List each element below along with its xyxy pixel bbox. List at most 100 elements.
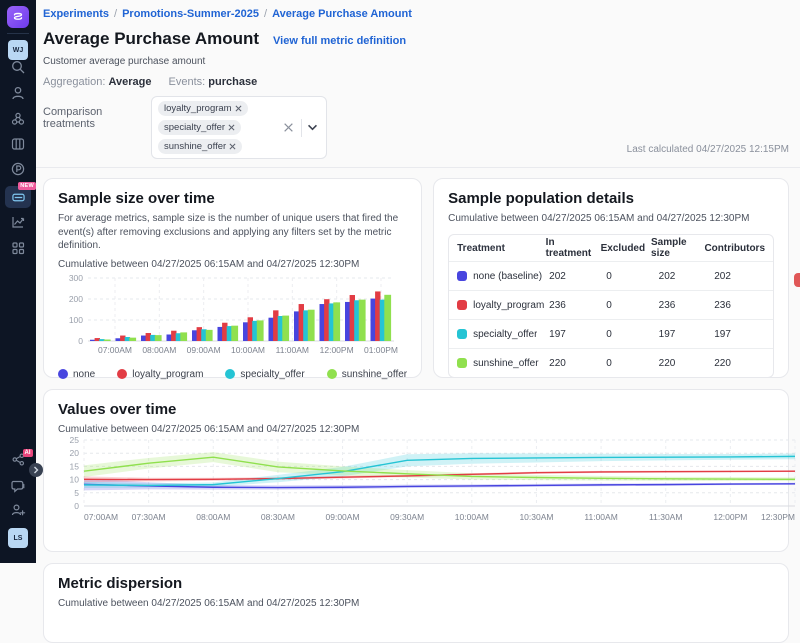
view-metric-definition-link[interactable]: View full metric definition — [273, 35, 406, 47]
chip-remove-icon[interactable] — [228, 124, 235, 131]
treatment-name: none (baseline) — [473, 271, 542, 282]
chip-label: sunshine_offer — [164, 141, 226, 152]
in_treatment-cell: 220 — [549, 358, 606, 369]
aggregation-label: Aggregation: — [43, 76, 105, 88]
sample_size-cell: 220 — [659, 358, 715, 369]
dispersion-title: Metric dispersion — [58, 575, 774, 592]
app-logo[interactable] — [7, 6, 29, 28]
metric-meta-row: Aggregation: Average Events: purchase — [43, 76, 789, 88]
treatment-cell: sunshine_offer — [457, 358, 549, 369]
population-table: TreatmentIn treatmentExcludedSample size… — [448, 234, 774, 378]
metric-subtitle: Customer average purchase amount — [43, 56, 789, 67]
svg-text:07:30AM: 07:30AM — [132, 512, 166, 522]
support-chat-icon[interactable] — [10, 478, 26, 494]
breadcrumb-link-1[interactable]: Promotions-Summer-2025 — [122, 8, 259, 20]
svg-text:11:00AM: 11:00AM — [584, 512, 617, 522]
legend-item-none: none — [58, 369, 95, 380]
svg-text:10:00AM: 10:00AM — [455, 512, 489, 522]
dispersion-cumulative: Cumulative between 04/27/2025 06:15AM an… — [58, 598, 774, 609]
insights-icon — [11, 191, 26, 204]
chip-label: specialty_offer — [164, 122, 225, 133]
users-icon[interactable] — [10, 85, 26, 101]
header-divider — [36, 167, 800, 168]
chip-remove-icon[interactable] — [229, 143, 236, 150]
contributors-cell: 236 — [714, 300, 765, 311]
chevron-right-icon — [33, 466, 39, 474]
comparison-treatments-select[interactable]: loyalty_program specialty_offer sunshine_o… — [151, 96, 327, 159]
bottom-workspace-tile-label: LS — [14, 535, 23, 542]
svg-text:09:30AM: 09:30AM — [390, 512, 424, 522]
sample-size-cumulative: Cumulative between 04/27/2025 06:15AM an… — [58, 259, 407, 270]
svg-text:10: 10 — [70, 475, 80, 485]
svg-text:08:30AM: 08:30AM — [261, 512, 295, 522]
excluded-cell: 0 — [606, 300, 658, 311]
sample_size-cell: 202 — [659, 271, 715, 282]
breadcrumb-link-0[interactable]: Experiments — [43, 8, 109, 20]
in_treatment-cell: 202 — [549, 271, 606, 282]
search-icon[interactable] — [10, 59, 26, 75]
comparison-treatments-row: Comparison treatments loyalty_programspe… — [43, 96, 789, 159]
right-edge-marker[interactable] — [794, 273, 800, 287]
table-row: none (baseline)2020202202 — [449, 261, 773, 290]
insights-nav-item[interactable]: NEW — [5, 186, 31, 208]
workspace-tile[interactable]: WJ — [8, 40, 28, 60]
sample-size-title: Sample size over time — [58, 190, 407, 207]
invite-user-icon[interactable] — [10, 502, 26, 518]
sidebar-divider — [7, 33, 29, 34]
treatment-cell: none (baseline) — [457, 271, 549, 282]
columns-icon[interactable] — [10, 136, 26, 152]
pulse-icon[interactable] — [10, 161, 26, 177]
legend-dot — [58, 369, 68, 379]
column-header-1: In treatment — [546, 237, 601, 259]
svg-text:10:30AM: 10:30AM — [519, 512, 553, 522]
bottom-workspace-tile[interactable]: LS — [8, 528, 28, 548]
metric-dispersion-card: Metric dispersion Cumulative between 04/… — [43, 563, 789, 643]
events-value: purchase — [208, 76, 257, 88]
table-row: sunshine_offer2200220220 — [449, 348, 773, 377]
svg-text:5: 5 — [74, 488, 79, 498]
column-header-4: Contributors — [704, 243, 765, 254]
table-row: loyalty_program2360236236 — [449, 290, 773, 319]
values-over-time-card: Values over time Cumulative between 04/2… — [43, 389, 789, 552]
in_treatment-cell: 197 — [549, 329, 606, 340]
select-divider — [301, 119, 302, 137]
svg-text:12:00PM: 12:00PM — [320, 345, 354, 355]
svg-text:07:00AM: 07:00AM — [84, 512, 118, 522]
breadcrumb-separator: / — [264, 8, 267, 20]
svg-text:07:00AM: 07:00AM — [98, 345, 132, 355]
treatment-chip-specialty_offer[interactable]: specialty_offer — [158, 120, 241, 135]
clear-all-icon[interactable] — [279, 122, 298, 133]
metrics-chart-icon[interactable] — [10, 214, 26, 230]
sidebar-collapse-handle[interactable] — [29, 463, 43, 477]
legend-label: specialty_offer — [240, 369, 304, 380]
treatment-cell: loyalty_program — [457, 300, 549, 311]
dashboards-grid-icon[interactable] — [10, 240, 26, 256]
values-over-time-chart: 051015202507:00AM07:30AM08:00AM08:30AM09… — [58, 435, 774, 536]
svg-text:0: 0 — [78, 336, 83, 346]
in_treatment-cell: 236 — [549, 300, 606, 311]
svg-text:100: 100 — [69, 315, 83, 325]
breadcrumb: Experiments / Promotions-Summer-2025 / Avera… — [43, 8, 789, 20]
excluded-cell: 0 — [606, 271, 658, 282]
chip-remove-icon[interactable] — [235, 105, 242, 112]
treatment-swatch — [457, 300, 467, 310]
excluded-cell: 0 — [606, 329, 658, 340]
svg-text:11:30AM: 11:30AM — [649, 512, 682, 522]
breadcrumb-separator: / — [114, 8, 117, 20]
feature-gates-icon[interactable] — [10, 111, 26, 127]
workspace-tile-label: WJ — [13, 47, 24, 54]
sample_size-cell: 236 — [659, 300, 715, 311]
aggregation-value: Average — [108, 76, 151, 88]
breadcrumb-link-2[interactable]: Average Purchase Amount — [272, 8, 412, 20]
logo-icon — [11, 10, 25, 24]
new-badge: NEW — [18, 182, 36, 190]
contributors-cell: 220 — [714, 358, 765, 369]
chevron-down-icon[interactable] — [305, 124, 320, 131]
svg-text:01:00PM: 01:00PM — [364, 345, 398, 355]
treatment-chip-sunshine_offer[interactable]: sunshine_offer — [158, 139, 242, 154]
ai-share-icon[interactable]: AI — [11, 452, 26, 467]
population-details-card: Sample population details Cumulative bet… — [433, 178, 789, 378]
legend-item-sunshine_offer: sunshine_offer — [327, 369, 407, 380]
svg-text:15: 15 — [70, 461, 80, 471]
treatment-chip-loyalty_program[interactable]: loyalty_program — [158, 101, 248, 116]
